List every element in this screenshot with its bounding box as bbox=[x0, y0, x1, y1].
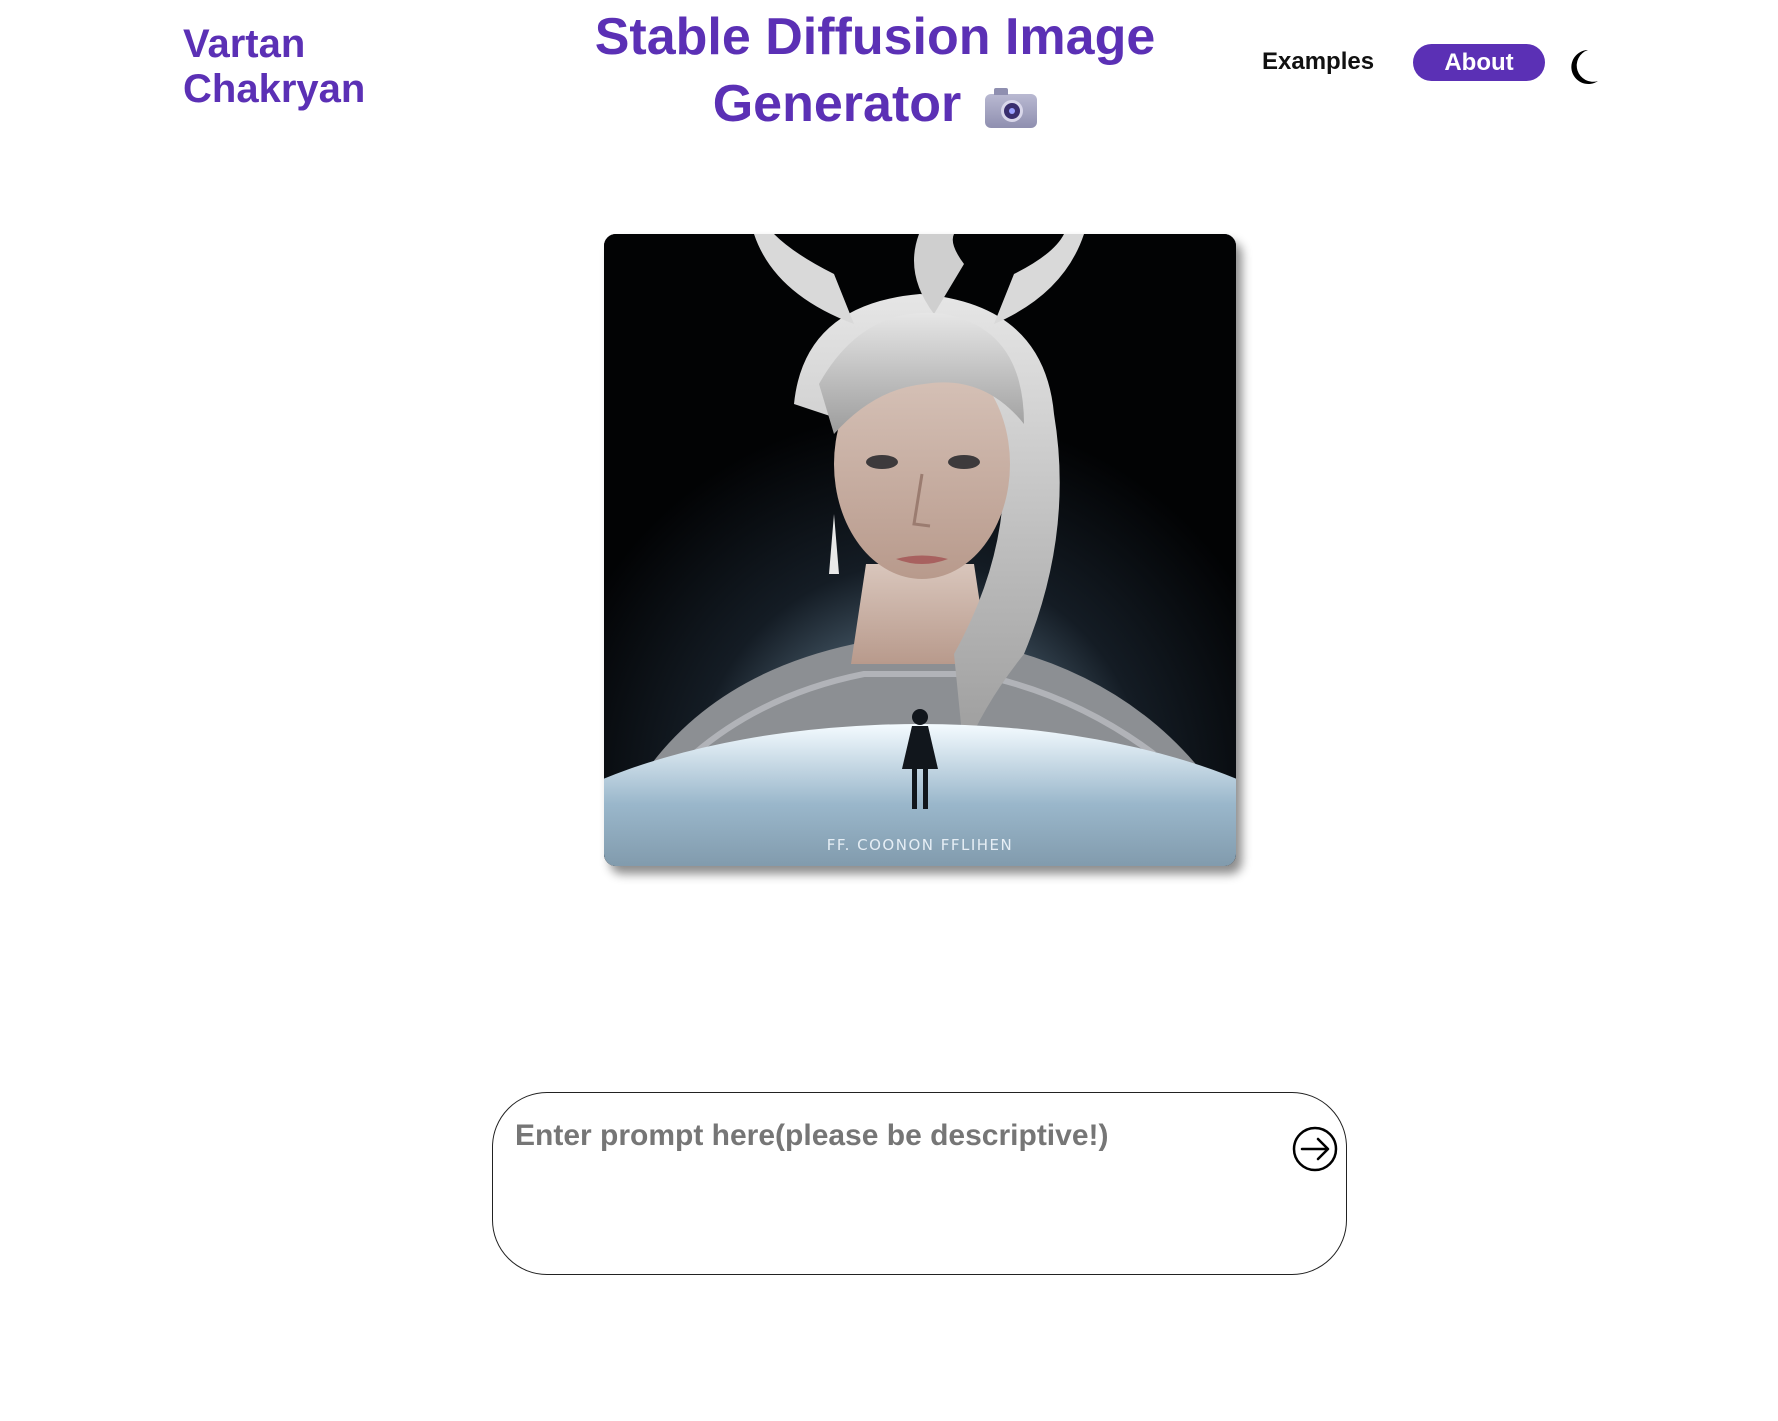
generated-image: FF. COONON FFLIHEN bbox=[604, 234, 1236, 866]
generated-image-artwork: FF. COONON FFLIHEN bbox=[604, 234, 1236, 866]
nav-examples-link[interactable]: Examples bbox=[1262, 48, 1374, 76]
prompt-input[interactable] bbox=[515, 1119, 1275, 1249]
brand-last-name: Chakryan bbox=[183, 67, 366, 111]
prompt-box bbox=[492, 1092, 1347, 1275]
moon-icon[interactable] bbox=[1566, 48, 1600, 86]
page-title: Stable Diffusion Image Generator bbox=[560, 4, 1190, 138]
page: Vartan Chakryan Stable Diffusion Image G… bbox=[0, 0, 1778, 1421]
camera-icon bbox=[985, 88, 1038, 129]
page-title-line2-text: Generator bbox=[712, 75, 962, 133]
arrow-right-circle-icon[interactable] bbox=[1291, 1125, 1339, 1173]
brand-name[interactable]: Vartan Chakryan bbox=[183, 22, 443, 112]
nav-about-button[interactable]: About bbox=[1413, 44, 1545, 81]
nav-about-label: About bbox=[1444, 48, 1514, 76]
brand-first-name: Vartan bbox=[183, 22, 306, 66]
page-title-line2: Generator bbox=[560, 71, 1190, 138]
image-caption: FF. COONON FFLIHEN bbox=[827, 836, 1014, 854]
page-title-line1: Stable Diffusion Image bbox=[594, 8, 1156, 66]
